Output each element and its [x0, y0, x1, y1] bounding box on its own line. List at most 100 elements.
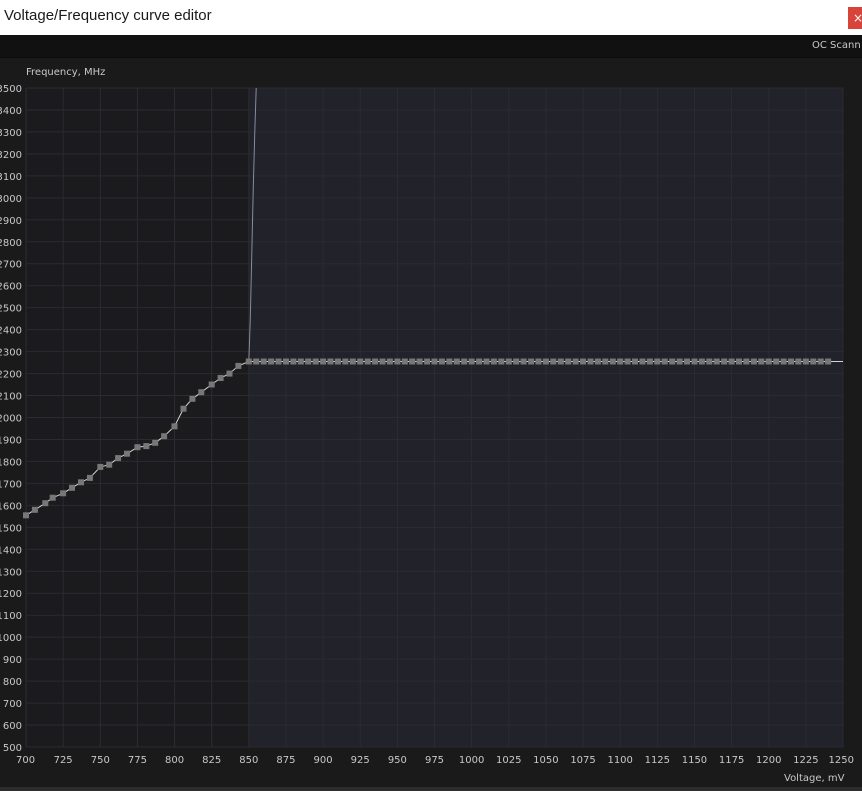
- curve-point[interactable]: [483, 358, 490, 365]
- curve-point[interactable]: [654, 358, 661, 365]
- curve-point[interactable]: [253, 358, 260, 365]
- curve-point[interactable]: [758, 358, 765, 365]
- curve-point[interactable]: [305, 358, 312, 365]
- curve-point[interactable]: [290, 358, 297, 365]
- curve-point[interactable]: [394, 358, 401, 365]
- curve-point[interactable]: [124, 450, 130, 457]
- curve-point[interactable]: [646, 358, 653, 365]
- curve-point[interactable]: [268, 358, 275, 365]
- curve-point[interactable]: [639, 358, 646, 365]
- curve-point[interactable]: [490, 358, 497, 365]
- curve-point[interactable]: [60, 490, 67, 497]
- curve-point[interactable]: [431, 358, 438, 365]
- curve-point[interactable]: [226, 370, 233, 377]
- curve-point[interactable]: [624, 358, 631, 365]
- curve-point[interactable]: [691, 358, 698, 365]
- curve-point[interactable]: [78, 479, 84, 486]
- curve-point[interactable]: [780, 358, 787, 365]
- curve-point[interactable]: [42, 500, 49, 507]
- curve-point[interactable]: [416, 358, 423, 365]
- curve-point[interactable]: [743, 358, 750, 365]
- curve-point[interactable]: [728, 358, 735, 365]
- curve-point[interactable]: [379, 358, 386, 365]
- curve-point[interactable]: [23, 512, 29, 519]
- curve-point[interactable]: [513, 358, 520, 365]
- curve-point[interactable]: [349, 358, 356, 365]
- curve-point[interactable]: [698, 358, 705, 365]
- curve-point[interactable]: [565, 358, 572, 365]
- curve-point[interactable]: [580, 358, 586, 365]
- curve-point[interactable]: [609, 358, 616, 365]
- curve-point[interactable]: [825, 358, 832, 365]
- curve-point[interactable]: [189, 395, 196, 402]
- curve-point[interactable]: [587, 358, 594, 365]
- curve-point[interactable]: [706, 358, 713, 365]
- curve-point[interactable]: [520, 358, 527, 365]
- curve-point[interactable]: [424, 358, 431, 365]
- curve-point[interactable]: [31, 506, 38, 513]
- curve-point[interactable]: [505, 358, 512, 365]
- curve-point[interactable]: [152, 439, 159, 446]
- curve-point[interactable]: [49, 494, 56, 501]
- curve-point[interactable]: [765, 358, 772, 365]
- curve-point[interactable]: [438, 358, 445, 365]
- curve-point[interactable]: [357, 358, 364, 365]
- curve-point[interactable]: [594, 358, 601, 365]
- curve-point[interactable]: [208, 381, 215, 388]
- curve-point[interactable]: [115, 455, 122, 462]
- curve-point[interactable]: [446, 358, 453, 365]
- curve-point[interactable]: [535, 358, 542, 365]
- curve-point[interactable]: [632, 358, 638, 365]
- curve-point[interactable]: [684, 358, 690, 365]
- curve-point[interactable]: [312, 358, 319, 365]
- curve-point[interactable]: [676, 358, 683, 365]
- curve-point[interactable]: [217, 375, 224, 381]
- curve-point[interactable]: [461, 358, 468, 365]
- curve-point[interactable]: [283, 358, 289, 365]
- curve-point[interactable]: [198, 389, 205, 396]
- curve-point[interactable]: [106, 461, 113, 468]
- vf-curve-chart[interactable]: 700 725 750 775 800 825 850 875 900 925 950 975 1000…: [0, 0, 862, 791]
- curve-point[interactable]: [542, 358, 549, 365]
- curve-point[interactable]: [401, 358, 408, 365]
- curve-point[interactable]: [773, 358, 780, 365]
- curve-point[interactable]: [260, 358, 267, 365]
- curve-point[interactable]: [235, 362, 242, 369]
- curve-point[interactable]: [810, 358, 817, 365]
- curve-point[interactable]: [69, 484, 75, 491]
- curve-point[interactable]: [275, 358, 282, 365]
- curve-point[interactable]: [334, 358, 341, 365]
- curve-point[interactable]: [669, 358, 676, 365]
- curve-point[interactable]: [453, 358, 460, 365]
- curve-point[interactable]: [372, 358, 379, 365]
- curve-point[interactable]: [86, 474, 93, 481]
- curve-point[interactable]: [97, 463, 104, 470]
- curve-point[interactable]: [572, 358, 579, 365]
- curve-point[interactable]: [320, 358, 327, 365]
- curve-point[interactable]: [788, 358, 794, 365]
- curve-point[interactable]: [342, 358, 349, 365]
- curve-point[interactable]: [550, 358, 557, 365]
- curve-point[interactable]: [617, 358, 624, 365]
- curve-point[interactable]: [713, 358, 720, 365]
- curve-point[interactable]: [297, 358, 304, 365]
- curve-point[interactable]: [161, 433, 168, 440]
- curve-point[interactable]: [245, 358, 252, 365]
- curve-point[interactable]: [409, 358, 416, 365]
- curve-point[interactable]: [817, 358, 824, 365]
- curve-point[interactable]: [802, 358, 809, 365]
- curve-point[interactable]: [795, 358, 802, 365]
- curve-point[interactable]: [143, 443, 150, 450]
- curve-point[interactable]: [750, 358, 757, 365]
- curve-point[interactable]: [661, 358, 668, 365]
- curve-point[interactable]: [386, 358, 393, 365]
- curve-point[interactable]: [721, 358, 728, 365]
- curve-point[interactable]: [180, 405, 187, 412]
- curve-point[interactable]: [134, 444, 141, 451]
- curve-point[interactable]: [498, 358, 505, 365]
- curve-point[interactable]: [468, 358, 475, 365]
- curve-point[interactable]: [171, 423, 178, 430]
- curve-point[interactable]: [557, 358, 564, 365]
- curve-point[interactable]: [476, 358, 483, 365]
- curve-point[interactable]: [327, 358, 334, 365]
